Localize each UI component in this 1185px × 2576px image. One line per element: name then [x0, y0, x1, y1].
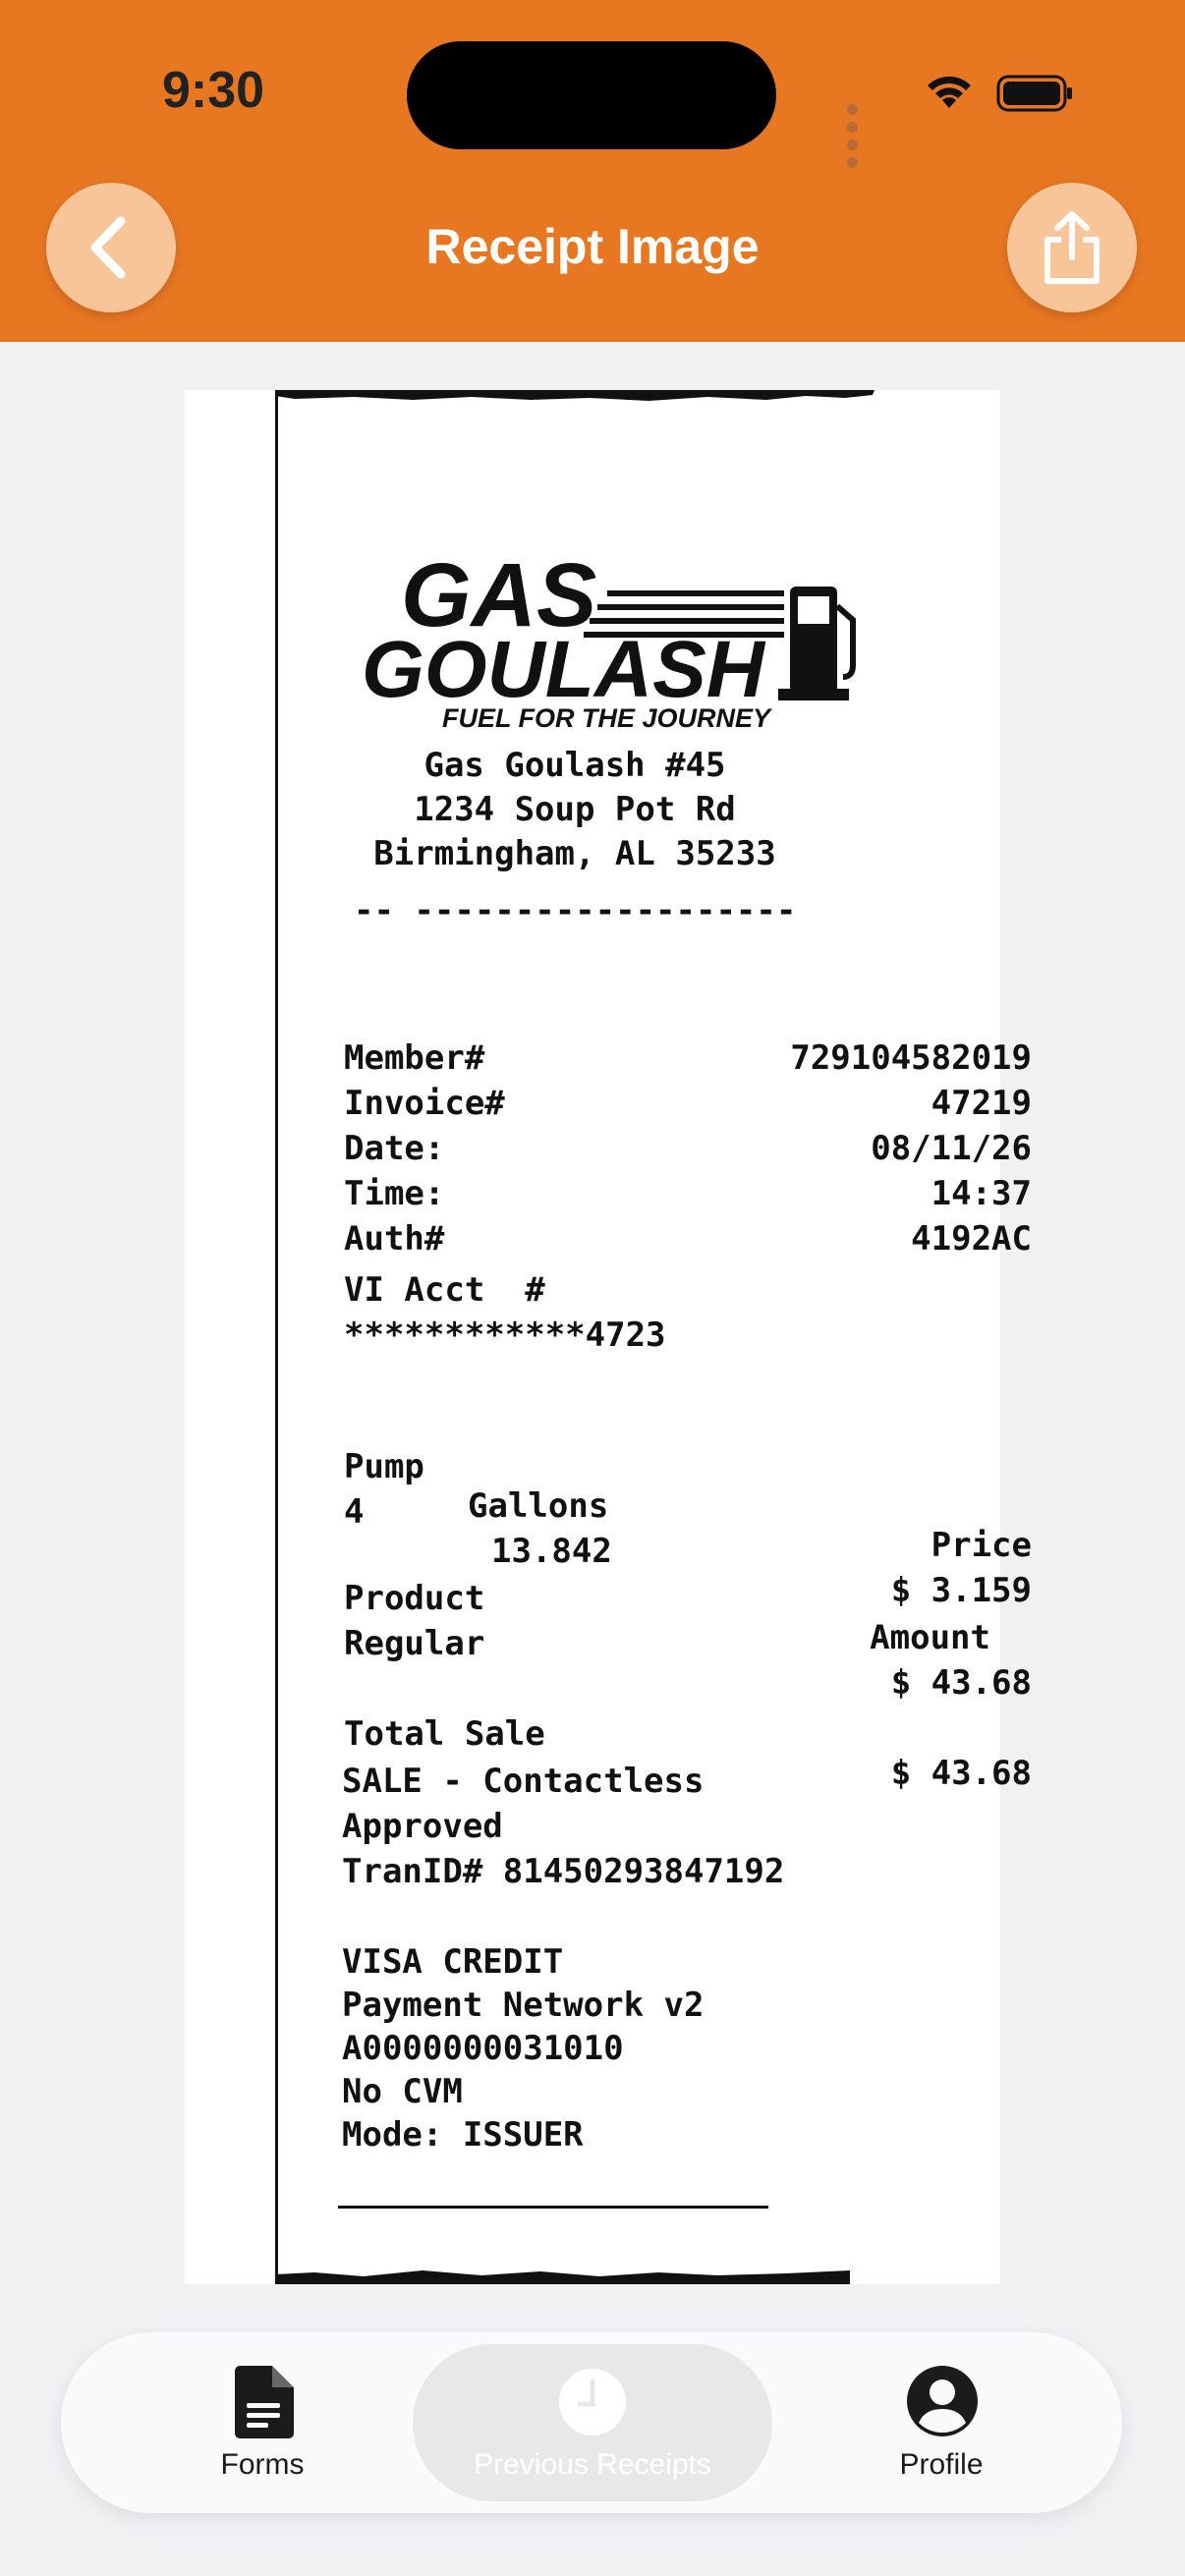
- torn-edge-top: [275, 390, 875, 401]
- share-button[interactable]: [1007, 183, 1137, 312]
- svg-text:FUEL FOR THE JOURNEY: FUEL FOR THE JOURNEY: [442, 703, 773, 733]
- torn-edge-bottom: [275, 2270, 850, 2284]
- signature-line: [338, 2206, 768, 2209]
- cvm-line: No CVM: [342, 2072, 463, 2111]
- svg-text:GOULASH: GOULASH: [362, 625, 766, 714]
- gas-goulash-logo: GAS GOULASH FUEL FOR THE JOURNEY: [362, 545, 856, 733]
- mode-line: Mode: ISSUER: [342, 2115, 584, 2155]
- card-type-line: VISA CREDIT: [342, 1942, 564, 1982]
- tab-bar: Forms Previous Receipts Profile: [61, 2332, 1122, 2513]
- receipt-divider: -- -------------------: [354, 891, 797, 930]
- store-city: Birmingham, AL 35233: [373, 834, 776, 873]
- approved-line: Approved: [342, 1807, 503, 1846]
- sale-line: SALE - Contactless: [342, 1762, 705, 1801]
- tab-forms-label: Forms: [220, 2448, 305, 2481]
- share-icon: [1044, 211, 1100, 284]
- wifi-icon: [928, 76, 971, 108]
- status-time: 9:30: [162, 62, 265, 119]
- network-line: Payment Network v2: [342, 1986, 705, 2025]
- aid-line: A0000000031010: [342, 2029, 624, 2068]
- document-icon: [235, 2366, 294, 2438]
- store-address: 1234 Soup Pot Rd: [414, 790, 736, 829]
- header-bar: 9:30 Receipt Image: [0, 0, 1185, 342]
- person-circle-icon: [907, 2366, 978, 2436]
- tab-profile-label: Profile: [899, 2448, 984, 2481]
- tranid-line: TranID# 81450293847192: [342, 1852, 785, 1891]
- acct-label: VI Acct #: [344, 1270, 545, 1310]
- acct-number: ************4723: [344, 1316, 666, 1355]
- clock-icon: [559, 2369, 626, 2436]
- signal-icon: [847, 102, 862, 173]
- store-name: Gas Goulash #45: [423, 746, 726, 785]
- receipt-image: GAS GOULASH FUEL FOR THE JOURNEY Gas Gou…: [185, 390, 1032, 2284]
- tab-previous-receipts-label: Previous Receipts: [474, 2448, 711, 2481]
- battery-icon: [996, 75, 1072, 112]
- dynamic-island: [407, 41, 776, 149]
- tab-profile[interactable]: Profile: [833, 2332, 1049, 2513]
- tab-forms[interactable]: Forms: [164, 2332, 361, 2513]
- tab-previous-receipts[interactable]: Previous Receipts: [413, 2332, 772, 2513]
